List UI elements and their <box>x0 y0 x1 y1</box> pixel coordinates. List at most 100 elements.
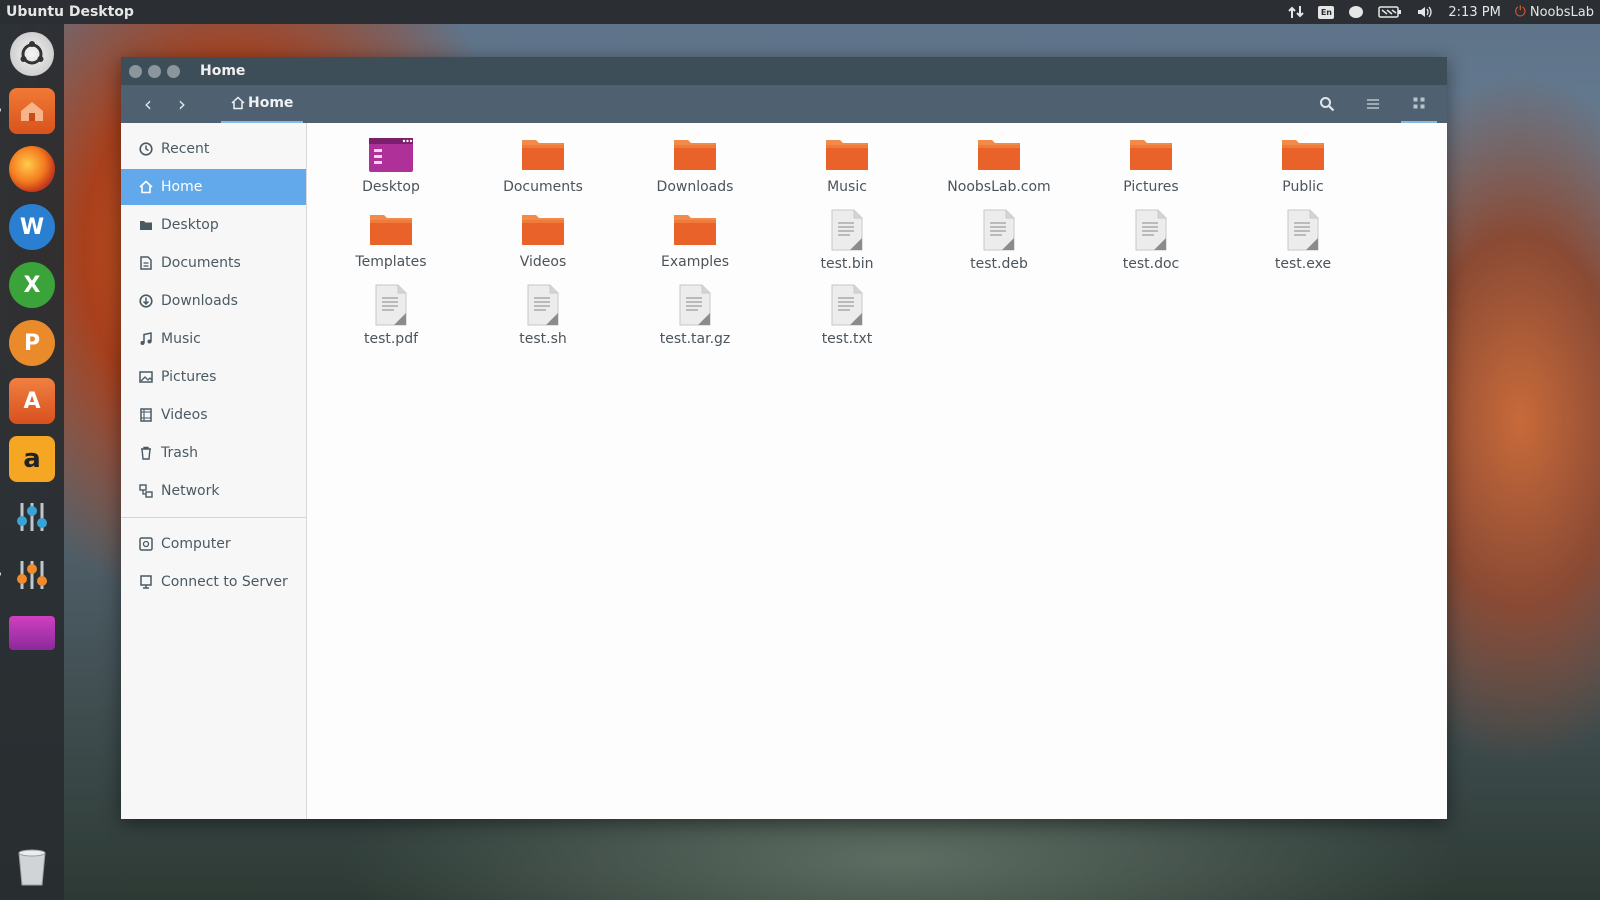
firefox-icon[interactable] <box>9 146 55 192</box>
folder-item-public[interactable]: Public <box>1238 123 1368 195</box>
list-view-button[interactable] <box>1355 85 1391 123</box>
sidebar-item-documents[interactable]: Documents <box>121 245 306 281</box>
folder-icon <box>137 219 155 231</box>
sidebar-item-label: Trash <box>161 445 198 461</box>
path-bar-home[interactable]: Home <box>221 85 304 123</box>
file-label: test.exe <box>1274 256 1332 272</box>
file-item-test-doc[interactable]: test.doc <box>1086 198 1216 272</box>
search-button[interactable] <box>1309 85 1345 123</box>
folder-icon <box>519 210 567 248</box>
indicator-area: En 2:13 PM ⏻ NoobsLab <box>1288 0 1594 24</box>
sidebar-item-network[interactable]: Network <box>121 473 306 509</box>
impress-icon[interactable]: P <box>9 320 55 366</box>
top-panel: Ubuntu Desktop En 2:13 PM ⏻ NoobsLab <box>0 0 1600 24</box>
document-icon <box>1127 209 1175 251</box>
sidebar-item-music[interactable]: Music <box>121 321 306 357</box>
sidebar-item-label: Documents <box>161 255 241 271</box>
back-button[interactable]: ‹ <box>131 85 165 123</box>
document-icon <box>137 256 155 270</box>
title-bar[interactable]: Home <box>121 57 1447 85</box>
sidebar-item-trash[interactable]: Trash <box>121 435 306 471</box>
software-center-icon[interactable]: A <box>9 378 55 424</box>
unity-tweak-icon[interactable] <box>9 494 55 540</box>
writer-icon[interactable]: W <box>9 204 55 250</box>
grid-view-button[interactable] <box>1401 85 1437 123</box>
sidebar-item-label: Recent <box>161 141 210 157</box>
file-label: test.bin <box>820 256 874 272</box>
folder-item-pictures[interactable]: Pictures <box>1086 123 1216 195</box>
file-label: Examples <box>660 254 730 270</box>
places-sidebar: Recent Home Desktop Documents Downloads Music… <box>121 123 307 819</box>
file-label: test.pdf <box>363 331 419 347</box>
ubuntu-dash-icon[interactable] <box>10 32 54 76</box>
folder-item-templates[interactable]: Templates <box>326 198 456 270</box>
home-icon <box>137 180 155 194</box>
folder-item-examples[interactable]: Examples <box>630 198 760 270</box>
sidebar-divider <box>121 517 306 518</box>
file-item-test-tar-gz[interactable]: test.tar.gz <box>630 273 760 347</box>
folder-item-desktop[interactable]: Desktop <box>326 123 456 195</box>
clock[interactable]: 2:13 PM <box>1448 0 1500 24</box>
maximize-button[interactable] <box>167 64 180 78</box>
chevron-left-icon: ‹ <box>144 92 152 116</box>
keyboard-icon[interactable]: En <box>1318 0 1335 24</box>
sidebar-item-label: Music <box>161 331 201 347</box>
file-item-test-pdf[interactable]: test.pdf <box>326 273 456 347</box>
file-item-test-exe[interactable]: test.exe <box>1238 198 1368 272</box>
folder-item-videos[interactable]: Videos <box>478 198 608 270</box>
list-view-icon <box>1367 99 1379 109</box>
file-label: Pictures <box>1123 179 1179 195</box>
computer-icon <box>137 537 155 551</box>
running-indicator <box>0 108 1 112</box>
sidebar-item-pictures[interactable]: Pictures <box>121 359 306 395</box>
amazon-icon[interactable]: a <box>9 436 55 482</box>
sidebar-item-label: Home <box>161 179 203 195</box>
sidebar-item-videos[interactable]: Videos <box>121 397 306 433</box>
file-label: Documents <box>503 179 583 195</box>
sidebar-item-label: Network <box>161 483 220 499</box>
trash-icon[interactable] <box>9 844 55 890</box>
folder-item-music[interactable]: Music <box>782 123 912 195</box>
file-label: test.doc <box>1122 256 1180 272</box>
sidebar-item-desktop[interactable]: Desktop <box>121 207 306 243</box>
folder-item-documents[interactable]: Documents <box>478 123 608 195</box>
sidebar-item-computer[interactable]: Computer <box>121 526 306 562</box>
close-button[interactable] <box>129 64 142 78</box>
session-menu[interactable]: ⏻ NoobsLab <box>1515 0 1594 24</box>
folder-item-noobslab-com[interactable]: NoobsLab.com <box>934 123 1064 195</box>
document-icon <box>823 209 871 251</box>
files-icon[interactable] <box>0 88 55 134</box>
file-label: test.sh <box>519 331 567 347</box>
home-icon <box>231 96 245 110</box>
sidebar-item-label: Pictures <box>161 369 217 385</box>
sidebar-item-downloads[interactable]: Downloads <box>121 283 306 319</box>
sidebar-item-home[interactable]: Home <box>121 169 306 205</box>
network-icon[interactable] <box>1288 0 1305 24</box>
file-label: test.deb <box>970 256 1028 272</box>
settings-icon[interactable] <box>0 552 55 598</box>
messaging-icon[interactable] <box>1348 0 1364 24</box>
power-icon: ⏻ <box>1514 4 1526 20</box>
calc-icon[interactable]: X <box>9 262 55 308</box>
file-label: Public <box>1282 179 1324 195</box>
chevron-right-icon: › <box>178 92 186 116</box>
network-icon <box>137 484 155 498</box>
file-item-test-txt[interactable]: test.txt <box>782 273 912 347</box>
sidebar-item-recent[interactable]: Recent <box>121 131 306 167</box>
sidebar-item-label: Connect to Server <box>161 574 288 590</box>
volume-icon[interactable] <box>1416 0 1434 24</box>
sidebar-item-connect-to-server[interactable]: Connect to Server <box>121 564 306 600</box>
terminal-icon[interactable] <box>9 616 55 650</box>
document-icon <box>1279 209 1327 251</box>
forward-button[interactable]: › <box>165 85 199 123</box>
window-title: Home <box>200 63 246 79</box>
icon-view[interactable]: Desktop Documents Downloads Music NoobsLab.c… <box>308 123 1447 819</box>
file-item-test-sh[interactable]: test.sh <box>478 273 608 347</box>
battery-icon[interactable] <box>1378 0 1402 24</box>
file-item-test-deb[interactable]: test.deb <box>934 198 1064 272</box>
file-item-test-bin[interactable]: test.bin <box>782 198 912 272</box>
folder-item-downloads[interactable]: Downloads <box>630 123 760 195</box>
minimize-button[interactable] <box>148 64 161 78</box>
folder-icon <box>975 135 1023 173</box>
file-label: test.tar.gz <box>659 331 731 347</box>
